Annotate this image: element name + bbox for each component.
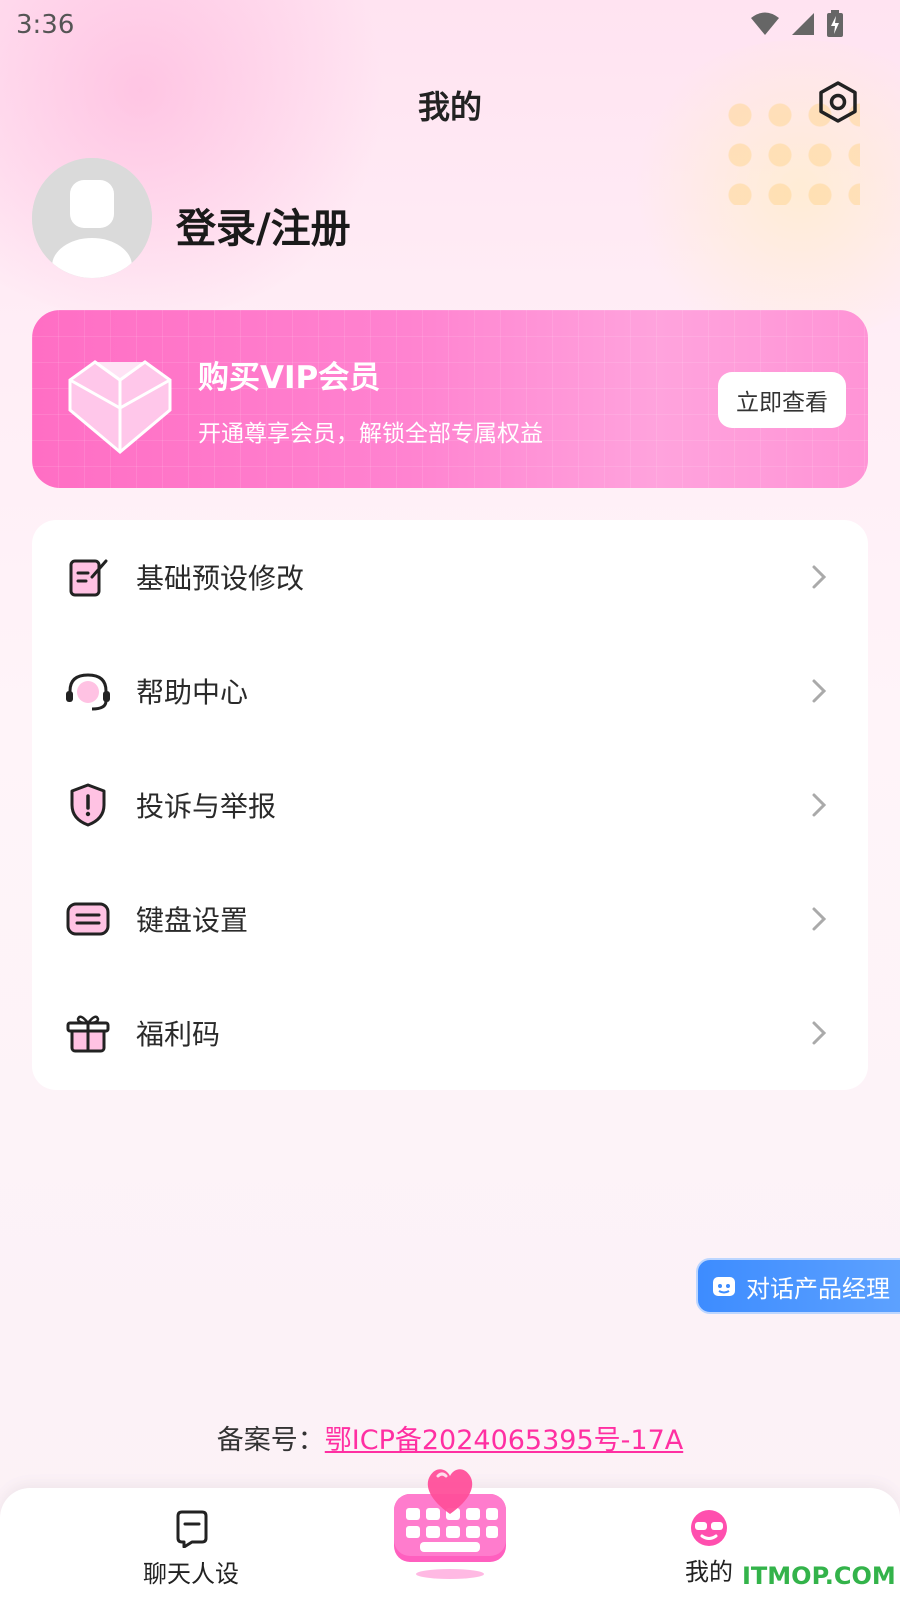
chevron-right-icon bbox=[812, 1021, 827, 1045]
tab-chat-persona[interactable]: 聊天人设 bbox=[130, 1488, 260, 1600]
page-title: 我的 bbox=[417, 88, 482, 126]
screen: 3:36 我的 登录/注册 购买VIP会员 开通尊享会员，解锁全部专属权益 立即… bbox=[0, 0, 900, 1600]
chat-product-manager-button[interactable]: 对话产品经理 bbox=[696, 1258, 900, 1314]
menu-item-preset-edit[interactable]: 基础预设修改 bbox=[32, 520, 868, 634]
menu-item-label: 投诉与举报 bbox=[136, 790, 277, 823]
menu-item-label: 帮助中心 bbox=[136, 676, 249, 709]
vip-title: 购买VIP会员 bbox=[198, 360, 381, 396]
chat-product-manager-label: 对话产品经理 bbox=[746, 1275, 890, 1303]
chevron-right-icon bbox=[812, 793, 827, 817]
menu-item-complaint-report[interactable]: 投诉与举报 bbox=[32, 748, 868, 862]
vip-banner[interactable]: 购买VIP会员 开通尊享会员，解锁全部专属权益 立即查看 bbox=[32, 310, 868, 488]
vip-view-button[interactable]: 立即查看 bbox=[718, 372, 846, 428]
menu-item-label: 键盘设置 bbox=[136, 904, 249, 937]
chevron-right-icon bbox=[812, 679, 827, 703]
chat-icon bbox=[713, 1277, 735, 1296]
icp-prefix: 备案号： bbox=[216, 1425, 325, 1456]
background-glow bbox=[0, 0, 400, 320]
default-avatar-icon bbox=[32, 158, 152, 278]
shield-alert-icon bbox=[70, 783, 106, 827]
vip-heart-cube-icon bbox=[68, 360, 172, 454]
chevron-right-icon bbox=[812, 907, 827, 931]
tab-label: 聊天人设 bbox=[143, 1560, 239, 1588]
menu-item-help-center[interactable]: 帮助中心 bbox=[32, 634, 868, 748]
mine-icon bbox=[691, 1510, 727, 1546]
tab-label: 我的 bbox=[685, 1558, 733, 1586]
menu-item-welfare-code[interactable]: 福利码 bbox=[32, 976, 868, 1090]
headset-icon bbox=[66, 673, 110, 711]
chat-persona-icon bbox=[176, 1510, 208, 1548]
wifi-icon bbox=[751, 12, 779, 35]
chevron-right-icon bbox=[812, 565, 827, 589]
menu-item-label: 基础预设修改 bbox=[136, 562, 305, 595]
keyboard-icon bbox=[66, 902, 110, 936]
watermark: ITMOP.COM bbox=[742, 1562, 896, 1590]
login-register-link[interactable]: 登录/注册 bbox=[176, 196, 351, 254]
menu-card: 基础预设修改 帮助中心 投诉与举报 键盘设置 福利码 bbox=[32, 520, 868, 1090]
signal-icon bbox=[792, 13, 814, 35]
edit-note-icon bbox=[69, 559, 108, 597]
heart-keyboard-icon[interactable] bbox=[390, 1452, 510, 1582]
gift-icon bbox=[66, 1015, 110, 1053]
menu-item-label: 福利码 bbox=[136, 1018, 221, 1051]
status-icons bbox=[750, 10, 844, 38]
avatar[interactable] bbox=[32, 158, 152, 278]
settings-icon[interactable] bbox=[816, 80, 860, 124]
vip-subtitle: 开通尊享会员，解锁全部专属权益 bbox=[198, 421, 543, 447]
battery-charging-icon bbox=[827, 10, 843, 37]
status-time: 3:36 bbox=[16, 10, 75, 40]
status-bar: 3:36 bbox=[0, 0, 900, 48]
menu-item-keyboard-settings[interactable]: 键盘设置 bbox=[32, 862, 868, 976]
